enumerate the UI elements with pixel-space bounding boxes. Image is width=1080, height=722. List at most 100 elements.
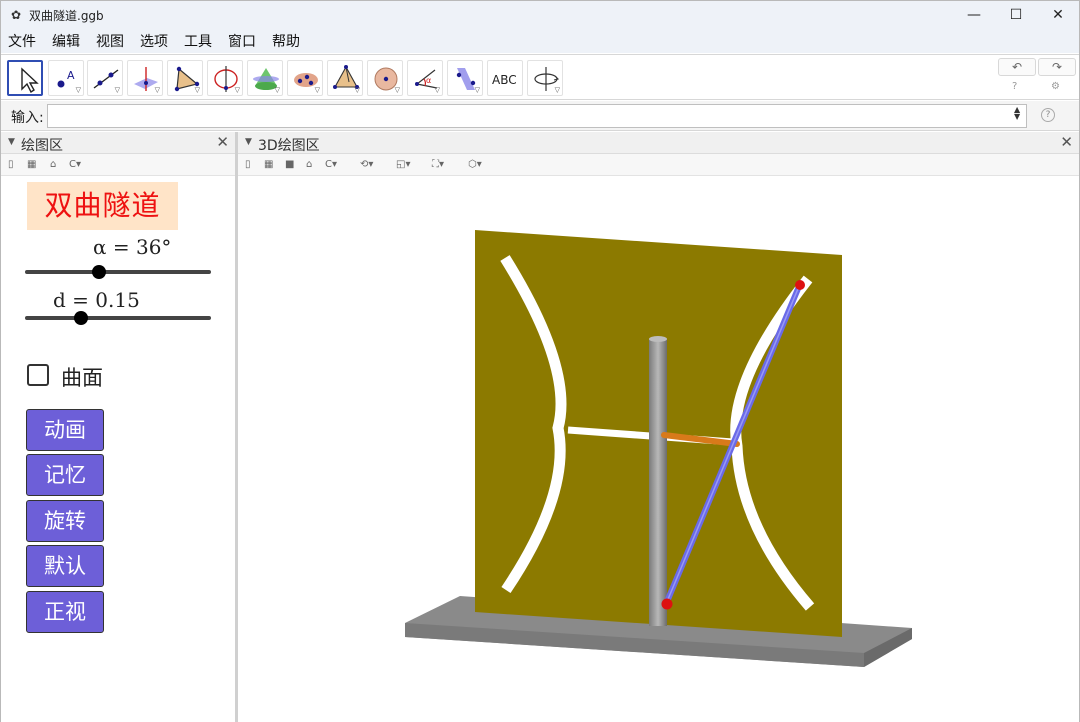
grid-toggle-icon[interactable]: ▦ [264, 158, 273, 172]
d-slider-knob[interactable] [74, 311, 88, 325]
menu-tools[interactable]: 工具 [182, 31, 214, 51]
circle-tool-button[interactable]: ▽ [207, 60, 243, 96]
tool-menu-caret-icon: ▽ [474, 86, 480, 94]
close-button[interactable]: ✕ [1037, 1, 1079, 29]
svg-text:α: α [426, 76, 431, 85]
minimize-button[interactable]: — [953, 1, 995, 29]
tool-menu-caret-icon: ▽ [354, 86, 360, 94]
graphics-view-panel: ▼ 绘图区 ✕ ▯ ▦ ⌂ C▾ 双曲隧道 α = 36° d = 0.15 曲… [1, 132, 235, 722]
tool-menu-caret-icon: ▽ [434, 86, 440, 94]
clipping-icon[interactable]: ◱▾ [396, 158, 410, 172]
surface-checkbox[interactable] [27, 364, 49, 386]
algebra-input[interactable] [47, 104, 1027, 128]
menu-window[interactable]: 窗口 [226, 31, 258, 51]
tool-menu-caret-icon: ▽ [554, 86, 560, 94]
point-capture-icon[interactable]: C▾ [69, 158, 81, 172]
rod-top-point[interactable] [795, 280, 805, 290]
intersect-tool-button[interactable]: ▽ [247, 60, 283, 96]
input-help-icon[interactable]: ? [1041, 108, 1055, 122]
undo-button[interactable]: ↶ [998, 58, 1036, 76]
tool-menu-caret-icon: ▽ [154, 86, 160, 94]
panel-close-icon[interactable]: ✕ [216, 133, 229, 151]
input-bar: 输入: ▲ ▼ ? [1, 101, 1079, 131]
geogebra-window: ✿ 双曲隧道.ggb — ☐ ✕ 文件 编辑 视图 选项 工具 窗口 帮助 A … [0, 0, 1080, 722]
home-icon[interactable]: ⌂ [50, 158, 56, 172]
center-pillar [649, 336, 667, 626]
sphere-tool-button[interactable]: ▽ [367, 60, 403, 96]
perpendicular-line-tool-button[interactable]: ▽ [127, 60, 163, 96]
d-slider-track[interactable] [25, 316, 211, 320]
menu-edit[interactable]: 编辑 [50, 31, 82, 51]
view-direction-icon[interactable]: ⬡▾ [468, 158, 482, 172]
front-view-button[interactable]: 正视 [26, 591, 104, 633]
grid-toggle-icon[interactable]: ▦ [27, 158, 36, 172]
window-controls: — ☐ ✕ [953, 1, 1079, 29]
point-capture-icon[interactable]: C▾ [325, 158, 337, 172]
point-tool-button[interactable]: A ▽ [48, 60, 84, 96]
menu-options[interactable]: 选项 [138, 31, 170, 51]
memory-button[interactable]: 记忆 [26, 454, 104, 496]
help-icon[interactable]: ? [1012, 81, 1017, 92]
axes-toggle-icon[interactable]: ▯ [8, 158, 14, 172]
3d-scene[interactable] [238, 176, 1079, 722]
maximize-button[interactable]: ☐ [995, 1, 1037, 29]
gear-icon[interactable]: ⚙ [1051, 81, 1060, 92]
alpha-slider-track[interactable] [25, 270, 211, 274]
alpha-slider-knob[interactable] [92, 265, 106, 279]
3d-view-panel: ▼ 3D绘图区 ✕ ▯ ▦ ■ ⌂ C▾ ⟲▾ ◱▾ ⛶▾ ⬡▾ [238, 132, 1079, 722]
title-bar: ✿ 双曲隧道.ggb — ☐ ✕ [1, 1, 1079, 29]
tool-menu-caret-icon: ▽ [394, 86, 400, 94]
redo-button[interactable]: ↷ [1038, 58, 1076, 76]
plane-tool-button[interactable]: ▽ [287, 60, 323, 96]
heading-text-box: 双曲隧道 [27, 182, 178, 230]
pyramid-tool-button[interactable]: ▽ [327, 60, 363, 96]
panel-toggle-icon[interactable]: ▼ [245, 137, 252, 147]
tool-menu-caret-icon: ▽ [75, 86, 81, 94]
panel-header: ▼ 绘图区 ✕ [1, 132, 235, 154]
tool-menu-caret-icon: ▽ [194, 86, 200, 94]
plane-toggle-icon[interactable]: ■ [285, 158, 294, 172]
heading-text: 双曲隧道 [44, 189, 161, 222]
geogebra-logo-icon: ✿ [10, 8, 22, 22]
move-tool-button[interactable] [7, 60, 43, 96]
svg-text:ABC: ABC [492, 73, 517, 87]
input-label: 输入: [11, 110, 44, 126]
arrow-cursor-icon [21, 67, 39, 94]
text-tool-button[interactable]: ABC [487, 60, 523, 96]
reflect-tool-button[interactable]: ▽ [447, 60, 483, 96]
rotate-view-icon[interactable]: ⟲▾ [360, 158, 373, 172]
panel-close-icon[interactable]: ✕ [1060, 133, 1073, 151]
polygon-tool-button[interactable]: ▽ [167, 60, 203, 96]
angle-tool-button[interactable]: α ▽ [407, 60, 443, 96]
panel-title: 3D绘图区 [258, 138, 320, 154]
home-icon[interactable]: ⌂ [306, 158, 312, 172]
animate-button[interactable]: 动画 [26, 409, 104, 451]
line-tool-button[interactable]: ▽ [87, 60, 123, 96]
tool-bar: A ▽ ▽ ▽ ▽ ▽ ▽ ▽ ▽ ▽ α ▽ ▽ ABC ▽ ↶ ↷ ? ⚙ [1, 54, 1079, 100]
panel-header: ▼ 3D绘图区 ✕ [238, 132, 1079, 154]
d-slider-label: d = 0.15 [53, 288, 140, 312]
rod-bottom-point[interactable] [661, 598, 673, 610]
default-button[interactable]: 默认 [26, 545, 104, 587]
rotate-view-tool-button[interactable]: ▽ [527, 60, 563, 96]
surface-checkbox-label: 曲面 [61, 366, 103, 390]
menu-file[interactable]: 文件 [6, 31, 38, 51]
menu-help[interactable]: 帮助 [270, 31, 302, 51]
panel-toggle-icon[interactable]: ▼ [8, 137, 15, 147]
tool-menu-caret-icon: ▽ [114, 86, 120, 94]
menu-view[interactable]: 视图 [94, 31, 126, 51]
abc-icon: ABC [492, 73, 517, 87]
projection-icon[interactable]: ⛶▾ [432, 158, 444, 172]
window-title: 双曲隧道.ggb [29, 8, 104, 23]
rotate-button[interactable]: 旋转 [26, 500, 104, 542]
panel-title: 绘图区 [21, 138, 63, 154]
menu-bar: 文件 编辑 视图 选项 工具 窗口 帮助 [1, 29, 1079, 53]
tool-menu-caret-icon: ▽ [274, 86, 280, 94]
tool-menu-caret-icon: ▽ [314, 86, 320, 94]
3d-style-bar: ▯ ▦ ■ ⌂ C▾ ⟲▾ ◱▾ ⛶▾ ⬡▾ [238, 154, 1079, 176]
axes-toggle-icon[interactable]: ▯ [245, 158, 251, 172]
svg-text:A: A [67, 69, 75, 82]
tool-menu-caret-icon: ▽ [234, 86, 240, 94]
alpha-slider-label: α = 36° [93, 235, 172, 259]
graphics-style-bar: ▯ ▦ ⌂ C▾ [1, 154, 235, 176]
